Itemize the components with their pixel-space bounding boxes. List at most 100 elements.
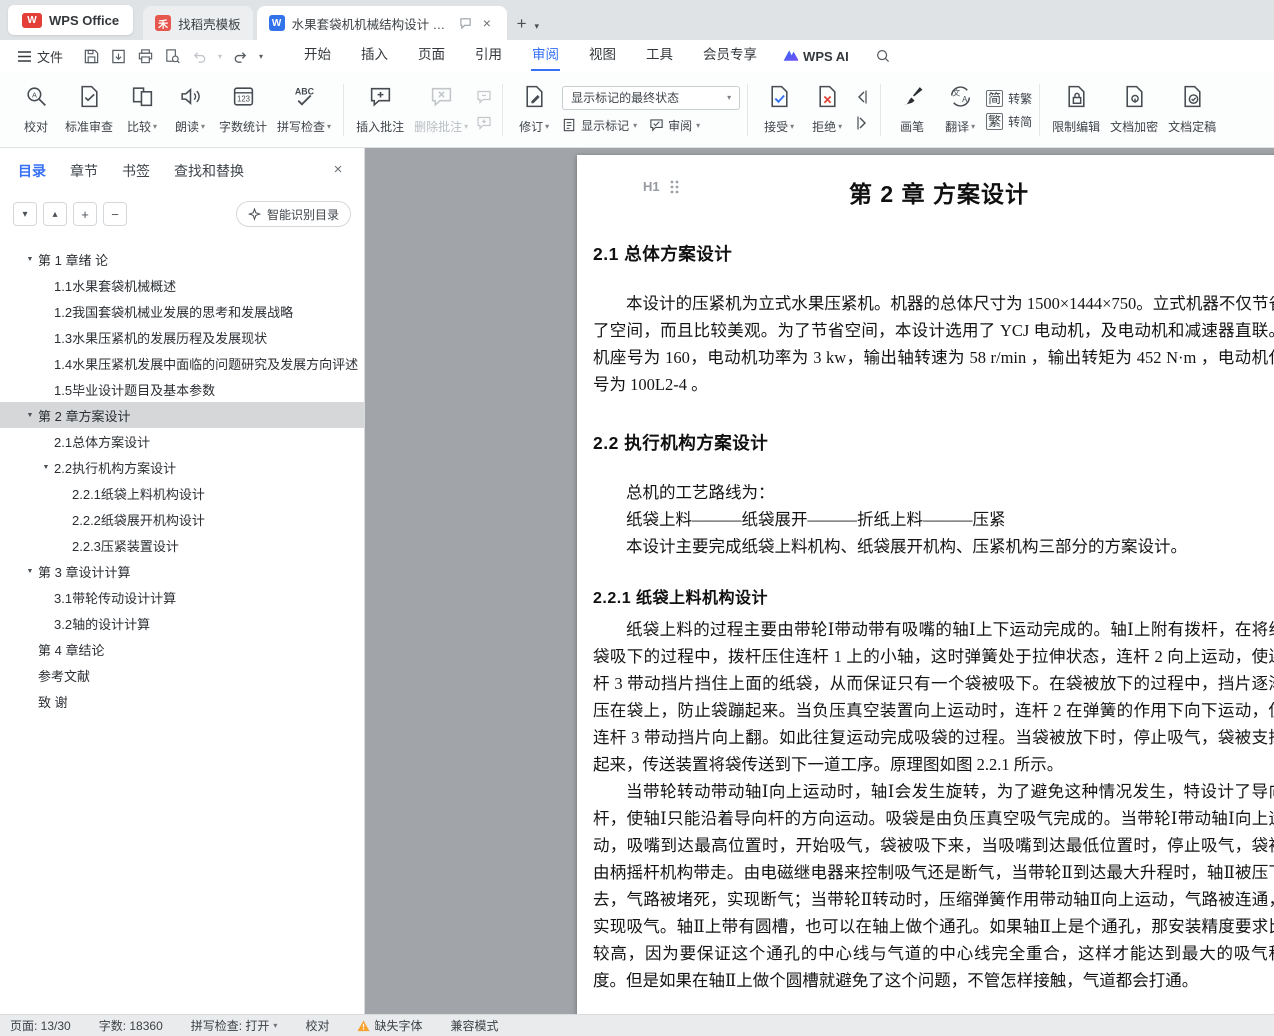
read-aloud-label: 朗读	[175, 118, 205, 135]
review-menu-button[interactable]: 审阅	[649, 117, 700, 134]
qat-more-chevron-icon[interactable]	[259, 52, 263, 61]
search-button[interactable]	[875, 48, 891, 64]
tab-list-chevron-icon[interactable]	[535, 21, 548, 40]
ribbon-separator	[343, 83, 345, 136]
sidebar-tab-find-replace[interactable]: 查找和替换	[174, 161, 244, 181]
toc-item[interactable]: 2.2.1纸袋上料机构设计	[0, 480, 364, 506]
toc-item[interactable]: 2.1总体方案设计	[0, 428, 364, 454]
toc-item[interactable]: 第 1 章绪 论	[0, 246, 364, 272]
toc-item[interactable]: 3.2轴的设计计算	[0, 610, 364, 636]
toc-expand-up-button[interactable]: ▴	[43, 202, 67, 226]
finalize-button[interactable]: 文档定稿	[1163, 79, 1221, 141]
toc-item[interactable]: 参考文献	[0, 662, 364, 688]
change-nav-group	[851, 87, 873, 133]
compat-mode-indicator[interactable]: 兼容模式	[450, 1017, 498, 1034]
print-icon[interactable]	[137, 48, 154, 65]
tab-document[interactable]: W 水果套袋机机械结构设计 毕业	[256, 6, 507, 40]
menu-tab-insert[interactable]: 插入	[346, 40, 403, 72]
compare-button[interactable]: 比较	[118, 79, 166, 141]
read-aloud-button[interactable]: 朗读	[166, 79, 214, 141]
toc-expand-chevron-icon[interactable]	[22, 412, 38, 419]
menu-tab-review[interactable]: 审阅	[517, 40, 574, 72]
menu-tab-start[interactable]: 开始	[289, 40, 346, 72]
toc-expand-chevron-icon[interactable]	[22, 568, 38, 575]
toc-item[interactable]: 1.3水果压紧机的发展历程及发展现状	[0, 324, 364, 350]
next-change-icon[interactable]	[851, 113, 873, 133]
toc-item[interactable]: 1.5毕业设计题目及基本参数	[0, 376, 364, 402]
wps-ai-button[interactable]: WPS AI	[782, 48, 849, 64]
toc-item[interactable]: 2.2.3压紧装置设计	[0, 532, 364, 558]
spellcheck-label: 拼写检查: 打开	[190, 1019, 270, 1033]
toc-item[interactable]: 第 4 章结论	[0, 636, 364, 662]
file-menu-label: 文件	[37, 49, 64, 65]
insert-comment-button[interactable]: 插入批注	[351, 79, 409, 141]
translate-button[interactable]: 文A 翻译	[936, 79, 984, 141]
new-tab-button[interactable]	[507, 14, 535, 40]
toc-item[interactable]: 1.2我国套袋机械业发展的思考和发展战略	[0, 298, 364, 324]
toc-expand-chevron-icon[interactable]	[22, 256, 38, 263]
spell-check-button[interactable]: ABC 拼写检查	[272, 79, 336, 141]
toc-item[interactable]: 2.2执行机构方案设计	[0, 454, 364, 480]
toc-toolbar: ▾ ▴ + − 智能识别目录	[0, 194, 364, 234]
menu-tab-tools[interactable]: 工具	[631, 40, 688, 72]
markup-state-select[interactable]: 显示标记的最终状态	[562, 85, 741, 110]
word-count-indicator[interactable]: 字数: 18360	[99, 1017, 163, 1034]
encrypt-button[interactable]: 文档加密	[1105, 79, 1163, 141]
missing-font-warning[interactable]: 缺失字体	[357, 1017, 422, 1034]
word-count-button[interactable]: 123 字数统计	[214, 79, 272, 141]
wps-home-button[interactable]: W WPS Office	[8, 5, 134, 35]
word-doc-icon: W	[268, 15, 285, 31]
sidebar-tab-bookmarks[interactable]: 书签	[122, 161, 150, 181]
sidebar-tab-sections[interactable]: 章节	[70, 161, 98, 181]
proofread-button[interactable]: A 校对	[12, 79, 60, 141]
toc-item[interactable]: 3.1带轮传动设计计算	[0, 584, 364, 610]
toc-collapse-all-button[interactable]: ▾	[13, 202, 37, 226]
sidebar-tab-toc[interactable]: 目录	[18, 161, 46, 181]
to-simplified-button[interactable]: 繁 转简	[986, 112, 1032, 130]
menu-tab-reference[interactable]: 引用	[460, 40, 517, 72]
missing-font-label: 缺失字体	[374, 1019, 423, 1033]
toc-zoom-out-button[interactable]: −	[103, 202, 127, 226]
previous-change-icon[interactable]	[851, 87, 873, 107]
toc-item[interactable]: 第 3 章设计计算	[0, 558, 364, 584]
toc-zoom-in-button[interactable]: +	[73, 202, 97, 226]
print-preview-icon[interactable]	[164, 48, 181, 65]
highlighter-button[interactable]: 画笔	[888, 79, 936, 141]
sidebar-close-icon[interactable]	[330, 161, 346, 178]
redo-icon[interactable]	[232, 48, 249, 65]
toc-item[interactable]: 1.4水果压紧机发展中面临的问题研究及发展方向评述	[0, 350, 364, 376]
heading-level-badge: H1	[643, 179, 660, 194]
toc-item[interactable]: 致 谢	[0, 688, 364, 714]
accept-button[interactable]: 接受	[755, 79, 803, 141]
spellcheck-indicator[interactable]: 拼写检查: 打开	[191, 1017, 278, 1034]
ribbon-toolbar: A 校对 标准审查 比较 朗读 123 字数统计 ABC 拼写检查 插入批注	[0, 72, 1274, 148]
file-menu-button[interactable]: 文件	[12, 47, 69, 66]
standard-review-button[interactable]: 标准审查	[60, 79, 118, 141]
proofread-status[interactable]: 校对	[305, 1017, 329, 1034]
toc-item[interactable]: 1.1水果套袋机械概述	[0, 272, 364, 298]
menu-tab-vip[interactable]: 会员专享	[688, 40, 772, 72]
tab-close-icon[interactable]	[479, 15, 494, 31]
hamburger-icon	[18, 50, 31, 62]
read-aloud-icon	[178, 84, 203, 114]
document-area: H1 第 2 章 方案设计 2.1 总体方案设计 本设计的压紧机为立式水果压紧机。机…	[365, 148, 1274, 1014]
smart-toc-button[interactable]: 智能识别目录	[235, 201, 351, 227]
show-markup-button[interactable]: 显示标记	[562, 117, 637, 134]
export-icon[interactable]	[110, 48, 127, 65]
page[interactable]: H1 第 2 章 方案设计 2.1 总体方案设计 本设计的压紧机为立式水果压紧机。机…	[577, 155, 1274, 1014]
toc-item[interactable]: 2.2.2纸袋展开机构设计	[0, 506, 364, 532]
page-indicator[interactable]: 页面: 13/30	[10, 1017, 71, 1034]
accept-icon	[767, 84, 792, 114]
track-changes-button[interactable]: 修订	[510, 79, 558, 141]
toc-expand-chevron-icon[interactable]	[38, 464, 54, 471]
toc-item[interactable]: 第 2 章方案设计	[0, 402, 364, 428]
menu-tab-page[interactable]: 页面	[403, 40, 460, 72]
save-icon[interactable]	[83, 48, 100, 65]
tab-docer-templates[interactable]: 禾 找稻壳模板	[143, 6, 253, 40]
reject-button[interactable]: 拒绝	[803, 79, 851, 141]
menu-tab-view[interactable]: 视图	[574, 40, 631, 72]
drag-handle-icon[interactable]	[670, 180, 679, 194]
to-traditional-button[interactable]: 简 转繁	[986, 89, 1032, 107]
restrict-edit-button[interactable]: 限制编辑	[1047, 79, 1105, 141]
doc-paragraph: 当带轮转动带动轴Ⅰ向上运动时，轴Ⅰ会发生旋转，为了避免这种情况发生，特设计了导向…	[593, 782, 1274, 990]
